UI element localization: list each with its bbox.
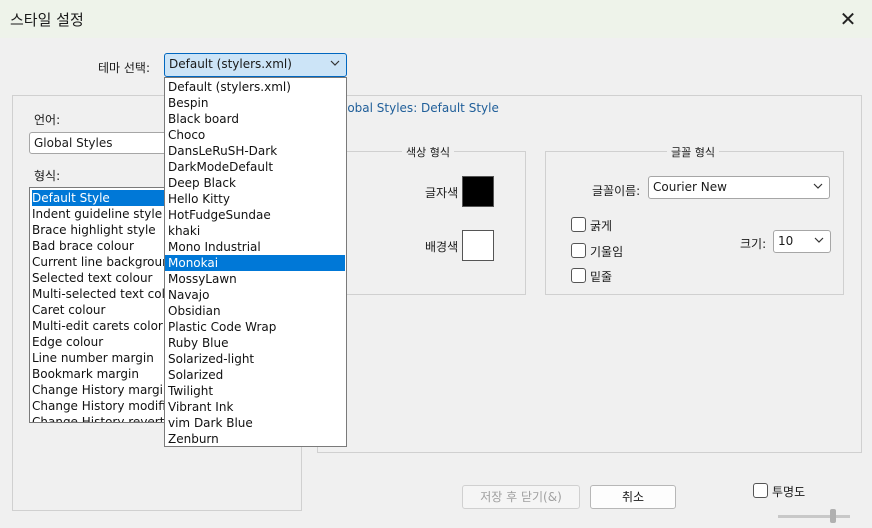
theme-option[interactable]: Solarized-light [165, 351, 345, 367]
style-list-item[interactable]: Multi-edit carets color [32, 318, 168, 334]
style-listbox[interactable]: Default Style Indent guideline style Brace… [29, 187, 169, 423]
bold-label: 굵게 [590, 219, 613, 233]
italic-checkbox[interactable] [571, 243, 586, 258]
theme-option[interactable]: Zenburn [165, 431, 345, 447]
font-name-combo[interactable]: Courier New [648, 176, 830, 199]
transparency-slider-track[interactable] [778, 515, 850, 518]
bg-color-label: 배경색 [425, 240, 459, 254]
style-list-item[interactable]: Selected text colour [32, 270, 168, 286]
font-size-value: 10 [778, 234, 794, 248]
theme-option[interactable]: MossyLawn [165, 271, 345, 287]
style-list-item[interactable]: Default Style [32, 190, 168, 206]
theme-label: 테마 선택: [98, 61, 151, 75]
theme-option[interactable]: Ruby Blue [165, 335, 345, 351]
theme-option[interactable]: Obsidian [165, 303, 345, 319]
fg-color-label: 글자색 [425, 186, 459, 200]
theme-option[interactable]: Choco [165, 127, 345, 143]
theme-option[interactable]: vim Dark Blue [165, 415, 345, 431]
font-name-label: 글꼴이름: [592, 184, 641, 198]
theme-option[interactable]: Monokai [165, 255, 345, 271]
italic-label: 기울임 [590, 245, 624, 259]
title-bar [0, 0, 872, 38]
theme-option[interactable]: Default (stylers.xml) [165, 79, 345, 95]
bg-color-swatch[interactable] [462, 230, 494, 261]
theme-option[interactable]: Mono Industrial [165, 239, 345, 255]
theme-option[interactable]: khaki [165, 223, 345, 239]
style-list-item[interactable]: Change History modified [32, 398, 168, 414]
language-combo[interactable]: Global Styles [29, 132, 169, 154]
font-size-label: 크기: [740, 237, 767, 251]
style-list-item[interactable]: Change History margin [32, 382, 168, 398]
style-header: lobal Styles: Default Style [344, 101, 499, 115]
theme-option[interactable]: Navajo [165, 287, 345, 303]
theme-combo[interactable]: Default (stylers.xml) [164, 53, 347, 77]
cancel-button[interactable]: 취소 [590, 485, 676, 509]
color-group [338, 151, 526, 295]
theme-option[interactable]: Black board [165, 111, 345, 127]
font-name-value: Courier New [653, 180, 727, 194]
style-list-item[interactable]: Edge colour [32, 334, 168, 350]
fg-color-swatch[interactable] [462, 176, 494, 207]
style-list-item[interactable]: Bad brace colour [32, 238, 168, 254]
save-close-button[interactable]: 저장 후 닫기(&) [462, 485, 580, 509]
theme-option[interactable]: Deep Black [165, 175, 345, 191]
style-list-item[interactable]: Caret colour [32, 302, 168, 318]
bold-checkbox[interactable] [571, 217, 586, 232]
theme-option[interactable]: Plastic Code Wrap [165, 319, 345, 335]
transparency-slider-thumb[interactable] [830, 509, 836, 523]
font-size-combo[interactable]: 10 [773, 230, 831, 253]
theme-option[interactable]: HotFudgeSundae [165, 207, 345, 223]
theme-option[interactable]: Bespin [165, 95, 345, 111]
color-group-caption: 색상 형식 [402, 144, 454, 160]
underline-checkbox[interactable] [571, 268, 586, 283]
theme-option[interactable]: Hello Kitty [165, 191, 345, 207]
language-label: 언어: [34, 113, 61, 127]
theme-combo-value: Default (stylers.xml) [169, 57, 292, 71]
style-list-item[interactable]: Multi-selected text color [32, 286, 168, 302]
window-title: 스타일 설정 [10, 11, 84, 29]
chevron-down-icon [330, 60, 340, 66]
underline-label: 밑줄 [590, 270, 613, 284]
theme-option[interactable]: DarkModeDefault [165, 159, 345, 175]
transparency-label: 투명도 [772, 485, 806, 499]
style-list-item[interactable]: Change History revert [32, 414, 168, 422]
theme-option[interactable]: Solarized [165, 367, 345, 383]
theme-option[interactable]: DansLeRuSH-Dark [165, 143, 345, 159]
style-list-item[interactable]: Line number margin [32, 350, 168, 366]
style-list-item[interactable]: Brace highlight style [32, 222, 168, 238]
theme-option[interactable]: Vibrant Ink [165, 399, 345, 415]
transparency-checkbox[interactable] [753, 483, 768, 498]
close-icon[interactable]: ✕ [836, 7, 860, 31]
style-list-item[interactable]: Current line background [32, 254, 168, 270]
style-label: 형식: [34, 169, 61, 183]
font-group-caption: 글꼴 형식 [667, 144, 719, 160]
style-list-item[interactable]: Bookmark margin [32, 366, 168, 382]
theme-option[interactable]: Twilight [165, 383, 345, 399]
chevron-down-icon [814, 237, 824, 243]
style-list-item[interactable]: Indent guideline style [32, 206, 168, 222]
language-combo-value: Global Styles [34, 136, 113, 150]
chevron-down-icon [813, 183, 823, 189]
theme-dropdown-list[interactable]: Default (stylers.xml) Bespin Black board Ch… [164, 77, 347, 447]
